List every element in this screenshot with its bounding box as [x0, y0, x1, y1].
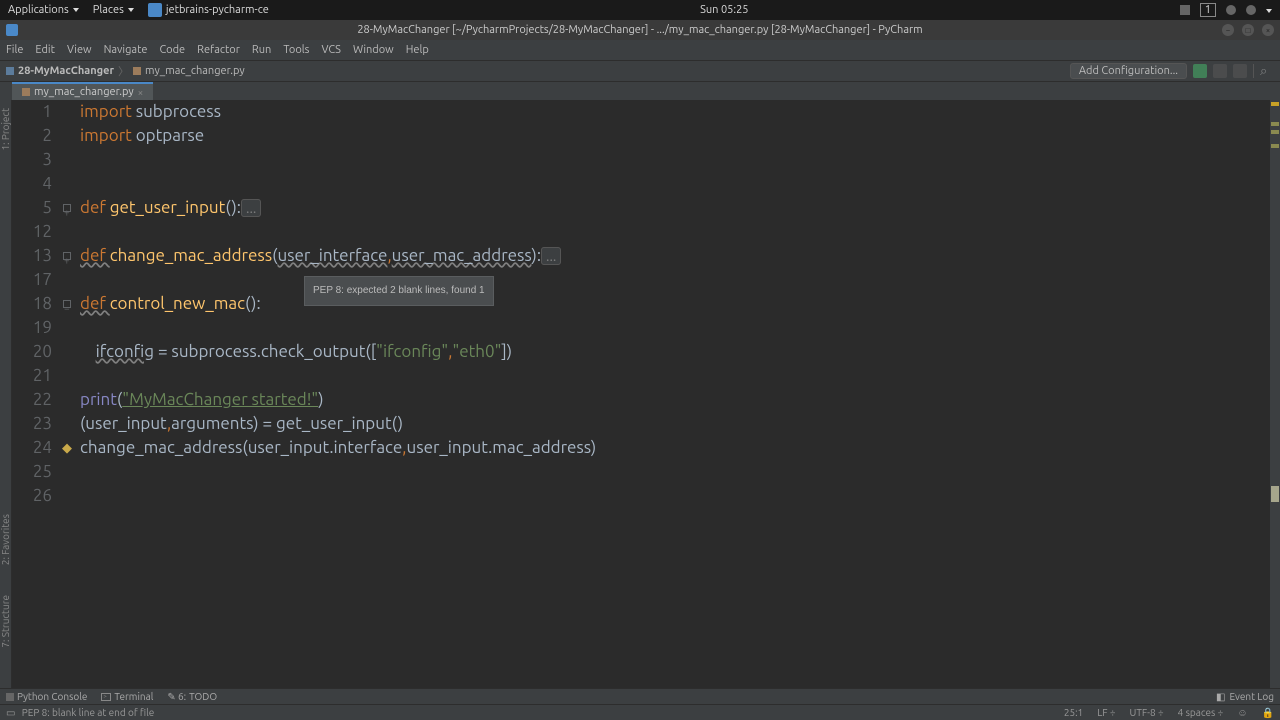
todo-icon: ✎ 6:	[167, 691, 186, 703]
close-tab-button[interactable]: ×	[138, 87, 144, 98]
navigation-bar: 28-MyMacChanger 〉 my_mac_changer.py Add …	[0, 60, 1280, 82]
status-message: ▭ PEP 8: blank line at end of file	[6, 707, 154, 719]
folder-icon	[6, 67, 14, 75]
breadcrumb-file[interactable]: my_mac_changer.py	[145, 65, 245, 77]
code-content[interactable]: import subprocess import optparse def ge…	[76, 100, 1270, 688]
add-configuration-button[interactable]: Add Configuration...	[1070, 63, 1187, 79]
left-tool-strip: 1: Project 2: Favorites 7: Structure	[0, 100, 12, 688]
menu-edit[interactable]: Edit	[35, 44, 55, 56]
chevron-down-icon	[128, 8, 134, 12]
status-bar: ▭ PEP 8: blank line at end of file 25:1 …	[0, 704, 1280, 720]
tool-window-structure[interactable]: 7: Structure	[0, 595, 11, 648]
close-button[interactable]: ×	[1262, 24, 1274, 36]
run-button[interactable]	[1193, 64, 1207, 78]
tool-window-event-log[interactable]: ◧Event Log	[1216, 691, 1274, 703]
menu-view[interactable]: View	[67, 44, 92, 56]
stripe-weak-warning[interactable]	[1271, 144, 1279, 148]
inspection-tooltip: PEP 8: expected 2 blank lines, found 1	[304, 276, 494, 306]
tool-window-favorites[interactable]: 2: Favorites	[0, 514, 11, 565]
tray-icon[interactable]	[1266, 4, 1272, 16]
window-title-bar: 28-MyMacChanger [~/PycharmProjects/28-My…	[0, 20, 1280, 40]
fold-gutter: ◆	[58, 100, 76, 688]
window-title: 28-MyMacChanger [~/PycharmProjects/28-My…	[0, 24, 1280, 36]
os-top-panel: Applications Places jetbrains-pycharm-ce…	[0, 0, 1280, 20]
status-hide-button[interactable]: ▭	[6, 707, 15, 718]
pycharm-icon	[6, 24, 18, 36]
stripe-scroll-thumb[interactable]	[1271, 486, 1279, 502]
os-tray: 1	[1180, 3, 1272, 17]
status-inspections-icon[interactable]: ☺	[1237, 707, 1247, 719]
code-editor[interactable]: 1 2 3 4 5 12 13 17 18 19 20 21 22 23 24 …	[12, 100, 1280, 688]
tray-icon[interactable]	[1180, 5, 1190, 15]
menu-file[interactable]: File	[6, 44, 23, 56]
tool-window-python-console[interactable]: Python Console	[6, 691, 87, 702]
debug-button[interactable]	[1213, 64, 1227, 78]
chevron-down-icon	[1266, 9, 1272, 13]
terminal-icon	[101, 693, 111, 701]
chevron-down-icon	[73, 8, 79, 12]
event-log-icon: ◧	[1216, 691, 1225, 703]
editor-tab-label: my_mac_changer.py	[34, 86, 134, 98]
main-menu-bar: File Edit View Navigate Code Refactor Ru…	[0, 40, 1280, 60]
separator	[1253, 64, 1254, 78]
tool-window-project[interactable]: 1: Project	[0, 108, 11, 151]
intention-bulb-icon[interactable]: ◆	[62, 436, 72, 460]
breadcrumb: 28-MyMacChanger 〉 my_mac_changer.py	[6, 63, 245, 79]
fold-toggle[interactable]	[63, 300, 71, 308]
menu-tools[interactable]: Tools	[283, 44, 309, 56]
breadcrumb-project[interactable]: 28-MyMacChanger	[18, 65, 114, 77]
main-area: 1: Project 2: Favorites 7: Structure 1 2…	[0, 100, 1280, 688]
status-cursor-position: 25:1	[1064, 707, 1083, 718]
status-indent[interactable]: 4 spaces ÷	[1178, 707, 1224, 718]
menu-vcs[interactable]: VCS	[321, 44, 341, 56]
menu-code[interactable]: Code	[159, 44, 185, 56]
status-encoding[interactable]: UTF-8 ÷	[1130, 707, 1164, 718]
stop-button[interactable]	[1233, 64, 1247, 78]
minimize-button[interactable]: −	[1222, 24, 1234, 36]
maximize-button[interactable]: □	[1242, 24, 1254, 36]
menu-window[interactable]: Window	[353, 44, 394, 56]
editor-tab-active[interactable]: my_mac_changer.py ×	[12, 82, 153, 100]
menu-refactor[interactable]: Refactor	[197, 44, 240, 56]
python-file-icon	[133, 67, 141, 75]
stripe-warning-icon[interactable]	[1271, 102, 1279, 106]
tool-window-terminal[interactable]: Terminal	[101, 691, 153, 702]
workspace-indicator[interactable]: 1	[1200, 3, 1216, 17]
console-icon	[6, 693, 14, 701]
line-number-gutter: 1 2 3 4 5 12 13 17 18 19 20 21 22 23 24 …	[12, 100, 58, 688]
status-line-separator[interactable]: LF ÷	[1097, 707, 1115, 718]
fold-toggle[interactable]	[63, 252, 71, 260]
menu-help[interactable]: Help	[406, 44, 429, 56]
search-everywhere-button[interactable]: ⌕	[1260, 64, 1274, 78]
python-file-icon	[22, 88, 30, 96]
bottom-tool-bar: Python Console Terminal ✎ 6:TODO ◧Event …	[0, 688, 1280, 704]
tray-icon[interactable]	[1226, 5, 1236, 15]
tray-icon[interactable]	[1246, 5, 1256, 15]
os-places-menu[interactable]: Places	[93, 4, 134, 16]
fold-toggle[interactable]	[63, 204, 71, 212]
lock-icon[interactable]	[1262, 707, 1274, 719]
stripe-weak-warning[interactable]	[1271, 122, 1279, 126]
pycharm-icon	[148, 3, 162, 17]
stripe-weak-warning[interactable]	[1271, 130, 1279, 134]
menu-navigate[interactable]: Navigate	[104, 44, 148, 56]
os-taskbar-app[interactable]: jetbrains-pycharm-ce	[148, 3, 269, 17]
error-stripe[interactable]	[1270, 100, 1280, 688]
menu-run[interactable]: Run	[252, 44, 271, 56]
tool-window-todo[interactable]: ✎ 6:TODO	[167, 691, 217, 703]
editor-tabs: my_mac_changer.py ×	[0, 82, 1280, 100]
os-applications-menu[interactable]: Applications	[8, 4, 79, 16]
os-clock: Sun 05:25	[269, 4, 1180, 16]
